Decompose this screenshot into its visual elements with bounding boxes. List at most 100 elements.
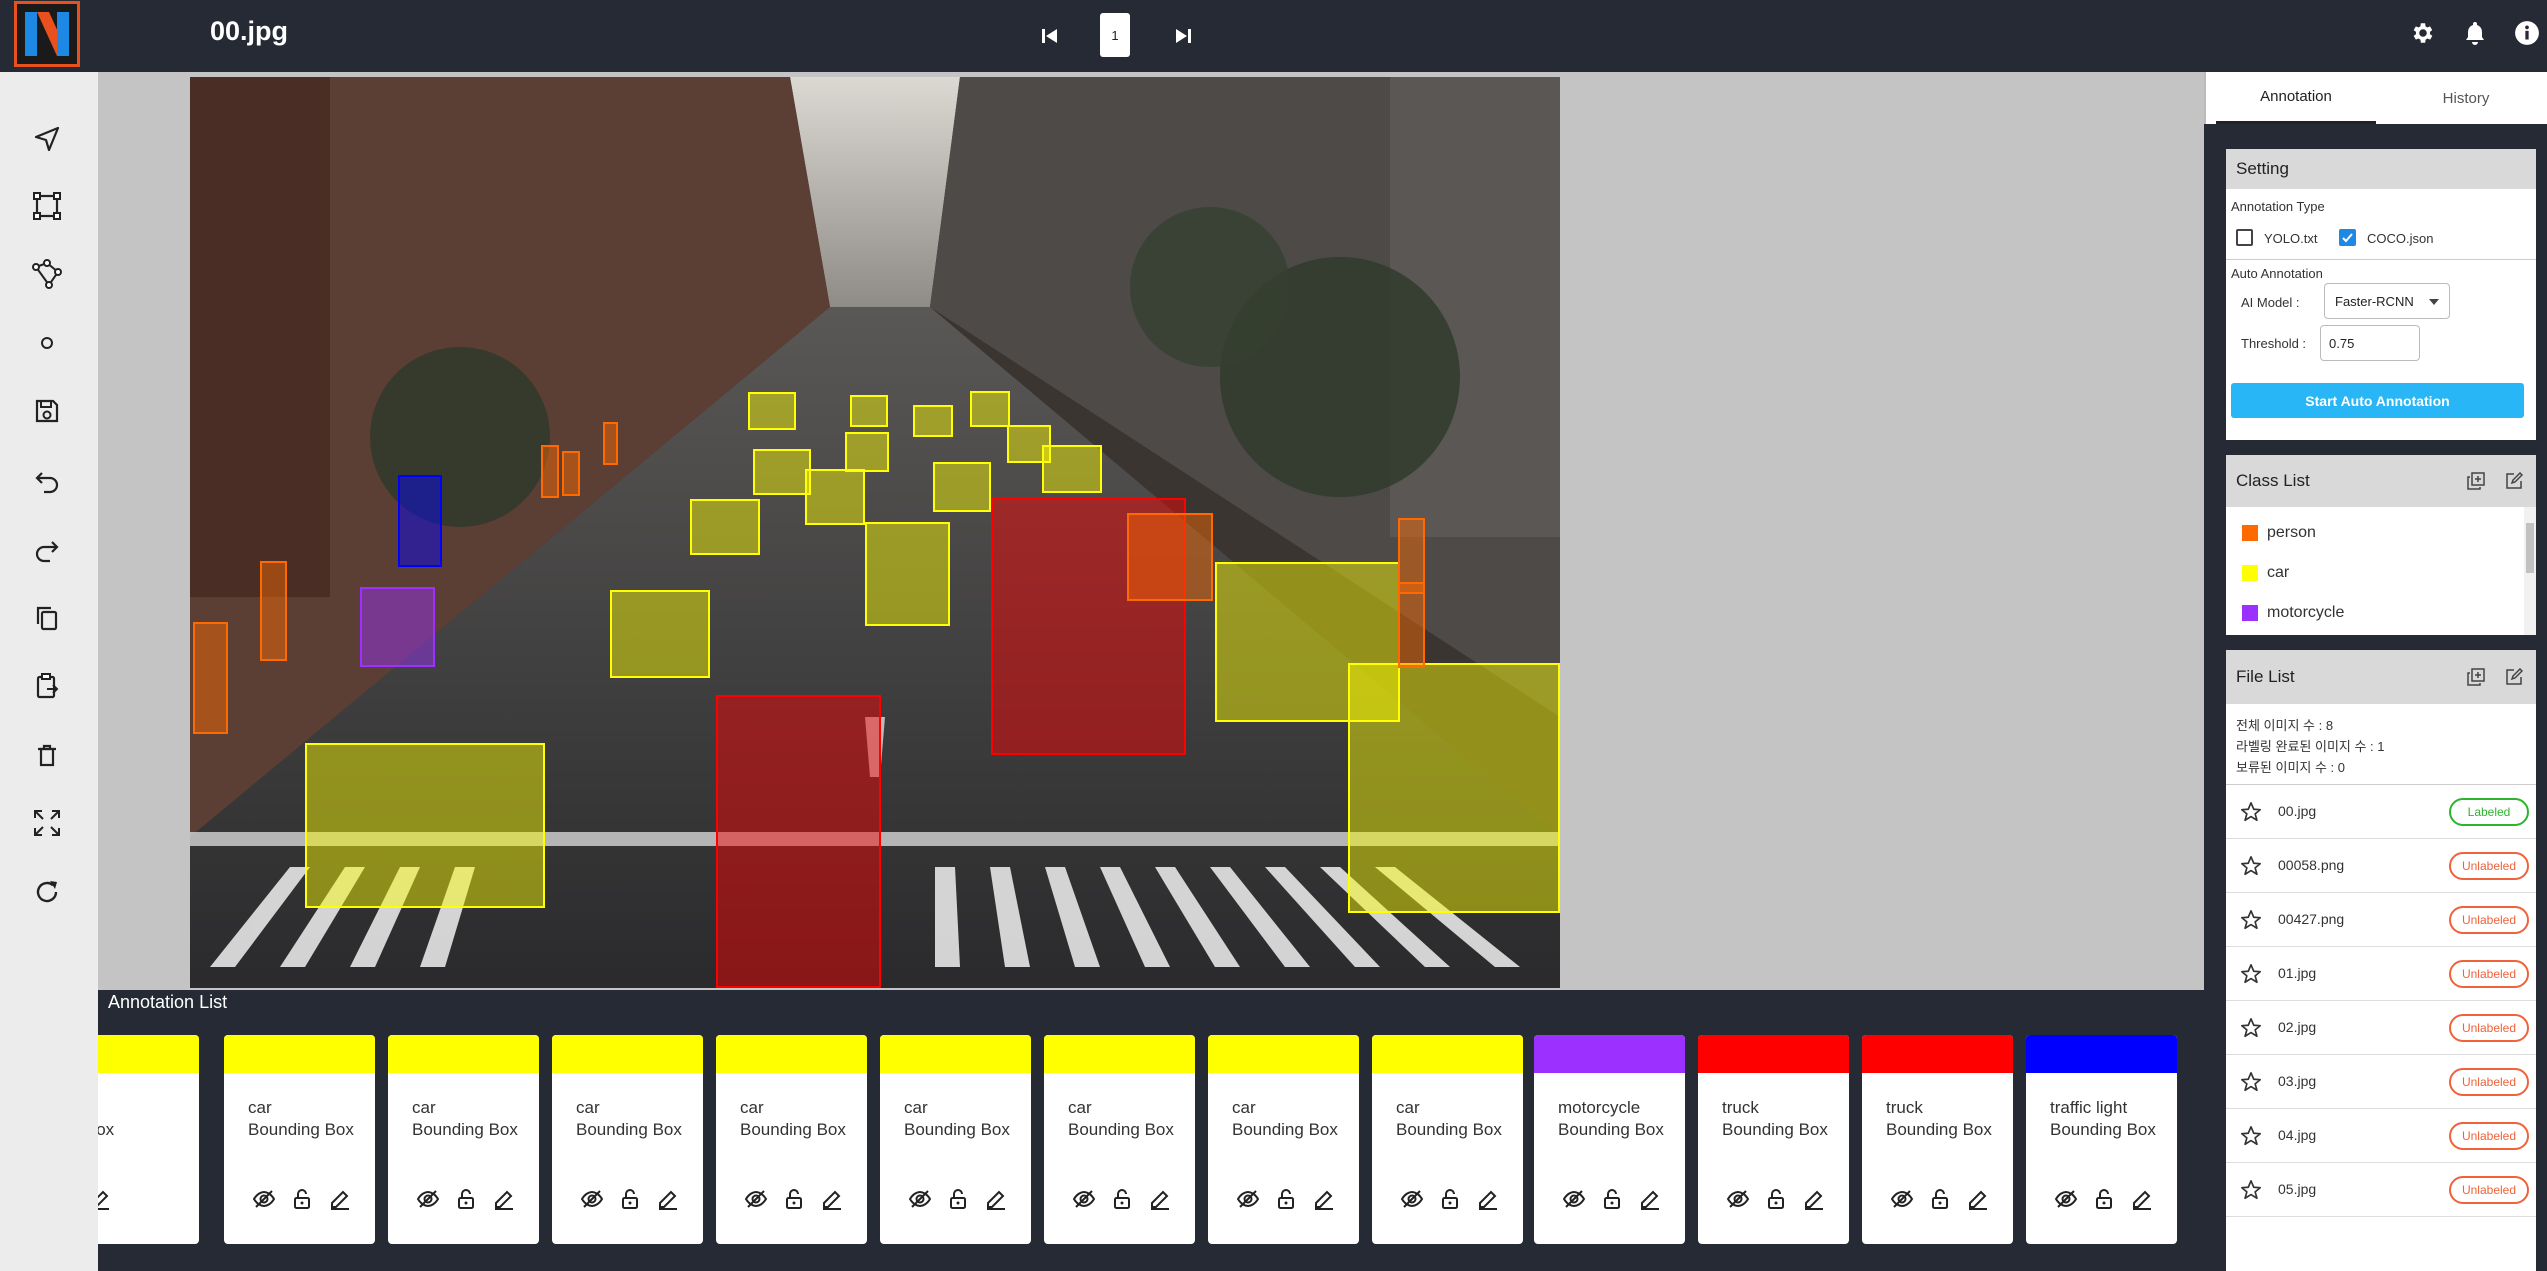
hide-button[interactable] xyxy=(742,1185,770,1213)
hide-button[interactable] xyxy=(2052,1185,2080,1213)
favorite-button[interactable] xyxy=(2238,853,2264,879)
bbox-truck[interactable] xyxy=(716,695,881,988)
bounding-box-tool[interactable] xyxy=(27,186,67,226)
edit-button[interactable] xyxy=(98,1185,114,1213)
annotation-card[interactable]: car Bounding Box xyxy=(880,1035,1031,1244)
class-item-person[interactable]: person xyxy=(2242,519,2316,547)
page-number-box[interactable]: 1 xyxy=(1100,13,1130,57)
bbox-person[interactable] xyxy=(603,422,618,465)
delete-button[interactable] xyxy=(27,735,67,775)
bbox-car[interactable] xyxy=(690,499,760,555)
annotation-card[interactable]: car Bounding Box xyxy=(716,1035,867,1244)
edit-button[interactable] xyxy=(1146,1185,1174,1213)
last-page-button[interactable] xyxy=(1165,18,1201,54)
bbox-car[interactable] xyxy=(805,469,865,525)
edit-file-button[interactable] xyxy=(2502,665,2526,689)
copy-button[interactable] xyxy=(27,598,67,638)
start-auto-annotation-button[interactable]: Start Auto Annotation xyxy=(2231,383,2524,418)
bbox-person[interactable] xyxy=(260,561,287,661)
bbox-motorcycle[interactable] xyxy=(360,587,435,667)
lock-button[interactable] xyxy=(1108,1185,1136,1213)
hide-button[interactable] xyxy=(578,1185,606,1213)
bbox-car[interactable] xyxy=(970,391,1010,427)
edit-button[interactable] xyxy=(326,1185,354,1213)
tab-history[interactable]: History xyxy=(2386,72,2546,124)
redo-button[interactable] xyxy=(27,530,67,570)
lock-button[interactable] xyxy=(2090,1185,2118,1213)
coco-checkbox[interactable] xyxy=(2339,229,2356,246)
bbox-person[interactable] xyxy=(562,451,580,496)
bbox-person[interactable] xyxy=(1127,513,1213,601)
point-tool[interactable] xyxy=(27,323,67,363)
edit-button[interactable] xyxy=(1636,1185,1664,1213)
edit-button[interactable] xyxy=(2128,1185,2156,1213)
annotation-card[interactable]: truck Bounding Box xyxy=(1698,1035,1849,1244)
polygon-tool[interactable] xyxy=(27,254,67,294)
bbox-traffic-light[interactable] xyxy=(398,475,442,567)
annotation-card[interactable]: truck Bounding Box xyxy=(1862,1035,2013,1244)
hide-button[interactable] xyxy=(1234,1185,1262,1213)
hide-button[interactable] xyxy=(250,1185,278,1213)
first-page-button[interactable] xyxy=(1032,18,1068,54)
add-file-button[interactable] xyxy=(2464,665,2488,689)
lock-button[interactable] xyxy=(944,1185,972,1213)
annotation-card[interactable]: car Bounding Box xyxy=(552,1035,703,1244)
bbox-car[interactable] xyxy=(933,462,991,512)
file-row[interactable]: 04.jpg Unlabeled xyxy=(2226,1109,2536,1163)
hide-button[interactable] xyxy=(1724,1185,1752,1213)
annotation-card[interactable]: ding Box xyxy=(98,1035,199,1244)
lock-button[interactable] xyxy=(616,1185,644,1213)
favorite-button[interactable] xyxy=(2238,907,2264,933)
favorite-button[interactable] xyxy=(2238,1123,2264,1149)
lock-button[interactable] xyxy=(780,1185,808,1213)
annotation-card[interactable]: car Bounding Box xyxy=(1044,1035,1195,1244)
file-row[interactable]: 01.jpg Unlabeled xyxy=(2226,947,2536,1001)
file-row[interactable]: 00058.png Unlabeled xyxy=(2226,839,2536,893)
yolo-checkbox[interactable] xyxy=(2236,229,2253,246)
reset-button[interactable] xyxy=(27,872,67,912)
add-class-button[interactable] xyxy=(2464,469,2488,493)
lock-button[interactable] xyxy=(288,1185,316,1213)
bbox-car[interactable] xyxy=(850,395,888,427)
edit-button[interactable] xyxy=(982,1185,1010,1213)
edit-button[interactable] xyxy=(1964,1185,1992,1213)
edit-class-button[interactable] xyxy=(2502,469,2526,493)
lock-button[interactable] xyxy=(1272,1185,1300,1213)
file-row[interactable]: 00427.png Unlabeled xyxy=(2226,893,2536,947)
annotation-card[interactable]: traffic light Bounding Box xyxy=(2026,1035,2177,1244)
annotation-card[interactable]: car Bounding Box xyxy=(388,1035,539,1244)
image-canvas[interactable] xyxy=(98,72,2204,990)
bbox-person[interactable] xyxy=(193,622,228,734)
tab-annotation[interactable]: Annotation xyxy=(2216,72,2376,124)
favorite-button[interactable] xyxy=(2238,799,2264,825)
file-row[interactable]: 02.jpg Unlabeled xyxy=(2226,1001,2536,1055)
bbox-car[interactable] xyxy=(1042,445,1102,493)
hide-button[interactable] xyxy=(1398,1185,1426,1213)
edit-button[interactable] xyxy=(654,1185,682,1213)
bbox-car[interactable] xyxy=(1348,663,1560,913)
annotation-card[interactable]: car Bounding Box xyxy=(1208,1035,1359,1244)
bbox-car[interactable] xyxy=(748,392,796,430)
hide-button[interactable] xyxy=(1888,1185,1916,1213)
file-row[interactable]: 03.jpg Unlabeled xyxy=(2226,1055,2536,1109)
select-tool[interactable] xyxy=(27,119,67,159)
class-list-scrollbar[interactable] xyxy=(2524,507,2536,635)
lock-button[interactable] xyxy=(1598,1185,1626,1213)
scrollbar-thumb[interactable] xyxy=(2526,523,2534,573)
fit-screen-button[interactable] xyxy=(27,803,67,843)
bbox-car[interactable] xyxy=(305,743,545,908)
threshold-input[interactable]: 0.75 xyxy=(2320,325,2420,361)
edit-button[interactable] xyxy=(1474,1185,1502,1213)
notifications-button[interactable] xyxy=(2458,16,2492,50)
hide-button[interactable] xyxy=(1070,1185,1098,1213)
file-row[interactable]: 00.jpg Labeled xyxy=(2226,785,2536,839)
annotation-card[interactable]: car Bounding Box xyxy=(1372,1035,1523,1244)
hide-button[interactable] xyxy=(414,1185,442,1213)
class-item-car[interactable]: car xyxy=(2242,559,2289,587)
bbox-person[interactable] xyxy=(541,445,559,498)
undo-button[interactable] xyxy=(27,461,67,501)
lock-button[interactable] xyxy=(1926,1185,1954,1213)
save-button[interactable] xyxy=(27,391,67,431)
bbox-car[interactable] xyxy=(845,432,889,472)
paste-button[interactable] xyxy=(27,666,67,706)
